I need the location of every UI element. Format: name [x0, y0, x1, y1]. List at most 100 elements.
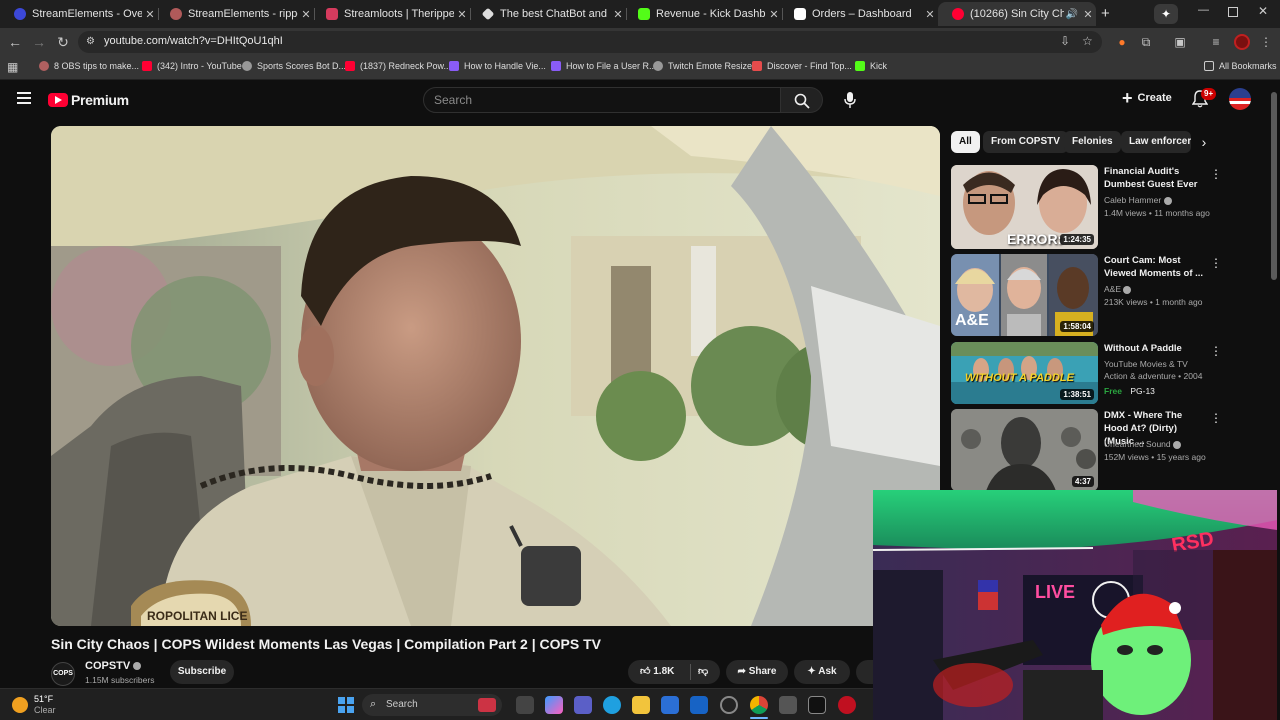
reload-icon[interactable]: ↻ [53, 32, 73, 52]
tab-streamelements-overlays[interactable]: StreamElements - Overlays ✕ [0, 2, 158, 26]
task-view-icon[interactable] [516, 696, 534, 714]
teams-icon[interactable] [574, 696, 592, 714]
install-icon[interactable]: ⇩ [1060, 34, 1070, 48]
rec-thumbnail[interactable]: ERROR: 1:24:35 [951, 165, 1098, 249]
all-bookmarks[interactable]: All Bookmarks [1204, 61, 1277, 71]
more-options-icon[interactable]: ⋮ [1210, 411, 1222, 425]
more-options-icon[interactable]: ⋮ [1210, 256, 1222, 270]
chip-all[interactable]: All [951, 131, 980, 153]
back-icon[interactable]: ← [5, 32, 25, 52]
bookmark-item[interactable]: Kick [855, 61, 887, 71]
rec-channel[interactable]: A&E [1104, 283, 1132, 295]
page-scrollbar[interactable] [1271, 92, 1277, 280]
maximize-button[interactable] [1228, 7, 1238, 17]
rec-thumbnail[interactable]: A&E 1:58:04 [951, 254, 1098, 336]
copilot-icon[interactable] [545, 696, 563, 714]
thumbs-up-icon: 👍︎ [640, 666, 651, 677]
subscribe-button[interactable]: Subscribe [170, 660, 234, 684]
bookmark-item[interactable]: Discover - Find Top... [752, 61, 852, 71]
bookmark-item[interactable]: (1837) Redneck Pow... [345, 61, 451, 71]
rec-channel[interactable]: Caleb Hammer [1104, 194, 1172, 206]
ask-button[interactable]: ✦ Ask [794, 660, 850, 684]
url-text[interactable]: youtube.com/watch?v=DHItQoU1qhI [104, 35, 283, 47]
close-icon[interactable]: ✕ [1080, 8, 1096, 21]
tab-streamelements-rippedredneck[interactable]: StreamElements - rippedredne ✕ [156, 2, 314, 26]
like-button[interactable]: 👍︎ 1.8K 👎︎ [628, 660, 720, 684]
share-button[interactable]: ➦ Share [726, 660, 788, 684]
reading-list-icon[interactable]: ≡ [1208, 34, 1224, 50]
tab-streamloots[interactable]: Streamloots | Therippedredne ✕ [312, 2, 470, 26]
tab-chatbot-widgets[interactable]: The best ChatBot and Widgets ✕ [468, 2, 626, 26]
weather-icon[interactable] [12, 697, 28, 713]
channel-avatar[interactable]: COPS [51, 662, 75, 686]
app-icon[interactable] [779, 696, 797, 714]
store-icon[interactable] [661, 696, 679, 714]
bookmark-star-icon[interactable]: ☆ [1082, 34, 1093, 48]
outlook-icon[interactable] [690, 696, 708, 714]
chip-law-enforcement[interactable]: Law enforcer [1121, 131, 1191, 153]
bookmark-item[interactable]: Twitch Emote Resizer [653, 61, 755, 71]
app-icon[interactable] [838, 696, 856, 714]
create-button[interactable]: + Create [1122, 89, 1172, 107]
taskbar-search[interactable]: ⌕ Search [362, 694, 502, 716]
search-box[interactable] [423, 87, 781, 113]
bookmark-item[interactable]: How to File a User R... [551, 61, 657, 71]
bookmark-item[interactable]: 8 OBS tips to make... [39, 61, 139, 71]
voice-search-button[interactable] [837, 87, 863, 113]
minimize-button[interactable]: — [1198, 4, 1209, 16]
chip-from-copstv[interactable]: From COPSTV [983, 131, 1068, 153]
obs-icon[interactable] [720, 696, 738, 714]
hamburger-menu-icon[interactable] [17, 92, 31, 104]
chip-felonies[interactable]: Felonies [1064, 131, 1121, 153]
chrome-icon[interactable] [750, 696, 768, 714]
window-close-button[interactable]: ✕ [1258, 4, 1268, 18]
windows-start-icon[interactable] [338, 697, 354, 713]
more-options-icon[interactable]: ⋮ [1210, 344, 1222, 358]
site-info-icon[interactable]: ⚙ [86, 36, 95, 47]
new-tab-button[interactable]: + [1101, 6, 1110, 22]
thumbs-down-icon[interactable]: 👎︎ [698, 660, 708, 684]
extension-orange-icon[interactable]: ● [1114, 34, 1130, 50]
rec-thumbnail[interactable]: WITHOUT A PADDLE 1:38:51 [951, 342, 1098, 404]
notifications-button[interactable]: 9+ [1191, 88, 1217, 113]
apps-grid-icon[interactable]: ▦ [7, 60, 18, 74]
tab-orders-dashboard[interactable]: Orders – Dashboard ✕ [780, 2, 938, 26]
extensions-puzzle-icon[interactable]: ⧉ [1138, 34, 1154, 50]
video-player[interactable]: ROPOLITAN LICE [51, 126, 940, 626]
edge-icon[interactable] [603, 696, 621, 714]
rec-item[interactable]: ERROR: 1:24:35 Financial Audit's Dumbest… [951, 165, 1222, 249]
tab-kick-revenue[interactable]: Revenue - Kick Dashboard ✕ [624, 2, 782, 26]
rec-channel[interactable]: Unearthed Sound [1104, 438, 1182, 450]
gemini-icon[interactable]: ✦ [1154, 4, 1178, 24]
rec-item[interactable]: WITHOUT A PADDLE 1:38:51 Without A Paddl… [951, 342, 1222, 404]
address-bar[interactable]: ⚙ youtube.com/watch?v=DHItQoU1qhI ⇩ ☆ [78, 31, 1102, 53]
bookmark-item[interactable]: (342) Intro - YouTube [142, 61, 242, 71]
tab-youtube-active[interactable]: (10266) Sin City Chaos | CO 🔊 ✕ [938, 2, 1096, 26]
bookmark-item[interactable]: Sports Scores Bot D... [242, 61, 346, 71]
speaker-icon[interactable]: 🔊 [1064, 9, 1080, 20]
rec-title[interactable]: Financial Audit's Dumbest Guest Ever [1104, 165, 1208, 191]
rec-item[interactable]: A&E 1:58:04 Court Cam: Most Viewed Momen… [951, 254, 1222, 338]
search-input[interactable] [434, 93, 764, 107]
rec-title[interactable]: Court Cam: Most Viewed Moments of ... [1104, 254, 1208, 280]
file-explorer-icon[interactable] [632, 696, 650, 714]
account-avatar[interactable] [1229, 88, 1251, 110]
rec-title[interactable]: Without A Paddle [1104, 342, 1208, 355]
chrome-menu-icon[interactable]: ⋮ [1258, 34, 1274, 50]
chevron-right-icon[interactable]: › [1192, 131, 1216, 153]
search-button[interactable] [781, 87, 823, 113]
close-icon[interactable]: ✕ [922, 8, 938, 21]
rec-item[interactable]: 4:37 DMX - Where The Hood At? (Dirty) (M… [951, 409, 1222, 491]
more-options-icon[interactable]: ⋮ [1210, 167, 1222, 181]
sidepanel-icon[interactable]: ▣ [1172, 34, 1188, 50]
save-button[interactable] [856, 660, 874, 684]
youtube-premium-logo[interactable]: Premium [48, 92, 129, 108]
rec-thumbnail[interactable]: 4:37 [951, 409, 1098, 491]
bookmark-item[interactable]: How to Handle Vie... [449, 61, 546, 71]
terminal-icon[interactable] [808, 696, 826, 714]
channel-name[interactable]: COPSTV [85, 660, 142, 672]
profile-avatar[interactable] [1234, 34, 1250, 50]
forward-icon[interactable]: → [29, 32, 49, 52]
weather-temp[interactable]: 51°F [34, 694, 53, 704]
rec-channel[interactable]: YouTube Movies & TV [1104, 358, 1188, 370]
